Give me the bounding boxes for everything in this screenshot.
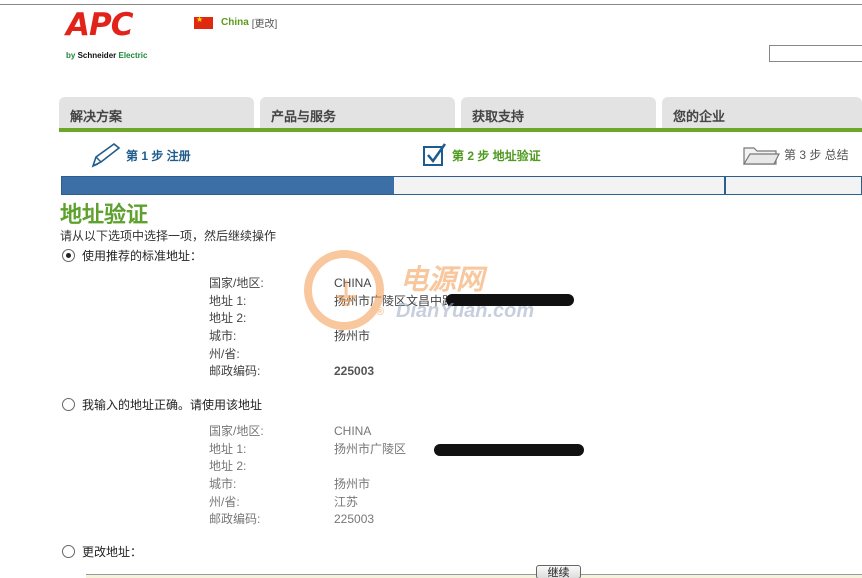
redaction-mark: [434, 444, 584, 456]
continue-button[interactable]: 继续: [536, 565, 581, 578]
watermark-cn: 电源网: [400, 264, 485, 295]
watermark-en: DianYuan.com: [396, 300, 535, 322]
top-rule: [0, 4, 862, 5]
nav-tab-solutions[interactable]: 解决方案: [59, 97, 254, 128]
apc-logo-text: APC: [66, 7, 133, 43]
search-input[interactable]: [769, 45, 862, 62]
option-recommended-label: 使用推荐的标准地址：: [82, 249, 203, 263]
nav-tab-support[interactable]: 获取支持: [461, 97, 656, 128]
step-2-address-verify: 第 2 步 地址验证: [422, 142, 541, 168]
radio-recommended[interactable]: [62, 249, 75, 262]
radio-entered[interactable]: [62, 398, 75, 411]
step-2-label: 第 2 步 地址验证: [452, 148, 541, 163]
schneider-electric-tagline: by Schneider Electric: [66, 51, 148, 60]
option-change-label: 更改地址：: [82, 545, 143, 559]
progress-bar: [61, 176, 862, 195]
main-nav: 解决方案 产品与服务 获取支持 您的企业: [59, 97, 862, 129]
step-3-label: 第 3 步 总结: [784, 147, 849, 162]
folder-icon: [742, 147, 780, 165]
country-name: China: [221, 17, 249, 28]
country-selector: China [更改]: [194, 15, 277, 30]
option-entered-label: 我输入的地址正确。请使用该地址: [82, 398, 263, 412]
china-flag-icon: [194, 15, 213, 29]
pen-icon: [91, 142, 121, 168]
country-change-link[interactable]: [更改]: [252, 15, 278, 30]
step-1-label: 第 1 步 注册: [126, 148, 191, 163]
dianyuan-watermark: ⏚ 电源网 ® DianYuan.com: [304, 246, 564, 336]
option-change-address[interactable]: 更改地址：: [62, 543, 142, 560]
nav-tab-your-business[interactable]: 您的企业: [662, 97, 862, 128]
checkbox-check-icon: [423, 143, 447, 166]
radio-change-address[interactable]: [62, 545, 75, 558]
change-address-form-area: [86, 574, 862, 578]
nav-tab-products-services[interactable]: 产品与服务: [260, 97, 455, 128]
apc-logo[interactable]: APC by Schneider Electric: [66, 7, 166, 61]
step-1-register: 第 1 步 注册: [90, 142, 191, 168]
watermark-reg: ®: [376, 306, 385, 318]
option-entered[interactable]: 我输入的地址正确。请使用该地址: [62, 396, 262, 413]
progress-fill: [62, 177, 394, 194]
option-recommended[interactable]: 使用推荐的标准地址：: [62, 247, 202, 264]
page-title: 地址验证: [60, 202, 149, 227]
plug-icon: ⏚: [331, 279, 361, 312]
instruction-text: 请从以下选项中选择一项，然后继续操作: [60, 229, 277, 243]
step-3-summary: 第 3 步 总结: [742, 142, 849, 166]
nav-underline: [59, 128, 862, 132]
progress-divider: [724, 176, 726, 195]
